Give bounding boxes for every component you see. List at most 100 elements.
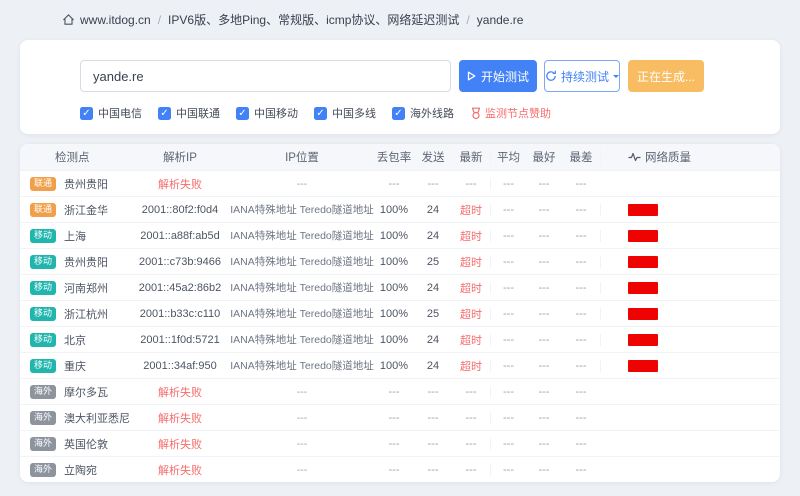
packet-loss: --- (374, 386, 414, 398)
sent-count: 25 (414, 308, 452, 320)
header-worst: 最差 (562, 149, 600, 165)
resolved-ip: 2001::80f2:f0d4 (130, 204, 230, 216)
carrier-checkbox-3[interactable]: ✓中国多线 (314, 105, 376, 121)
ip-location: IANA特殊地址 Teredo隧道地址 (230, 332, 374, 347)
carrier-checkbox-1[interactable]: ✓中国联通 (158, 105, 220, 121)
node-location: 浙江金华 (64, 202, 108, 218)
avg-latency: --- (490, 230, 526, 242)
quality-bar (628, 282, 658, 294)
carrier-checkbox-0[interactable]: ✓ 中国电信 (80, 105, 142, 121)
packet-loss: 100% (374, 334, 414, 346)
resolved-ip: 2001::b33c:c110 (130, 308, 230, 320)
avg-latency: --- (490, 464, 526, 476)
header-loss: 丢包率 (374, 149, 414, 165)
table-row: 移动贵州贵阳2001::c73b:9466IANA特殊地址 Teredo隧道地址… (20, 248, 780, 274)
medal-icon (470, 107, 482, 120)
worst-latency: --- (562, 178, 600, 190)
packet-loss: 100% (374, 204, 414, 216)
resolved-ip: 2001::a88f:ab5d (130, 230, 230, 242)
quality-cell (600, 308, 780, 320)
start-test-button[interactable]: 开始测试 (459, 60, 537, 92)
ip-location: IANA特殊地址 Teredo隧道地址 (230, 254, 374, 269)
best-latency: --- (526, 178, 562, 190)
host-input[interactable] (80, 60, 451, 92)
avg-latency: --- (490, 178, 526, 190)
header-node: 检测点 (20, 149, 130, 165)
quality-cell (600, 230, 780, 242)
carrier-checkbox-2[interactable]: ✓中国移动 (236, 105, 298, 121)
resolved-ip: 解析失败 (130, 436, 230, 452)
header-resolved-ip: 解析IP (130, 149, 230, 165)
ip-location: --- (230, 438, 374, 450)
sent-count: --- (414, 412, 452, 424)
node-cell: 海外立陶宛 (20, 462, 130, 478)
carrier-checkbox-label: 中国电信 (98, 105, 142, 121)
ip-location: --- (230, 464, 374, 476)
node-location: 立陶宛 (64, 462, 97, 478)
ip-location: --- (230, 178, 374, 190)
carrier-badge: 移动 (30, 333, 56, 347)
table-row: 海外澳大利亚悉尼解析失败--------------------- (20, 404, 780, 430)
generating-button[interactable]: 正在生成... (628, 60, 704, 92)
packet-loss: --- (374, 438, 414, 450)
node-cell: 联通贵州贵阳 (20, 176, 130, 192)
carrier-badge: 联通 (30, 177, 56, 191)
node-cell: 海外摩尔多瓦 (20, 384, 130, 400)
node-cell: 海外澳大利亚悉尼 (20, 410, 130, 426)
carrier-checkbox-label: 中国移动 (254, 105, 298, 121)
header-avg: 平均 (490, 149, 526, 165)
ip-location: --- (230, 386, 374, 398)
packet-loss: 100% (374, 360, 414, 372)
sponsor-link[interactable]: 监测节点赞助 (470, 105, 551, 121)
pulse-icon (628, 152, 641, 163)
carrier-checkbox-4[interactable]: ✓海外线路 (392, 105, 454, 121)
carrier-badge: 移动 (30, 359, 56, 373)
node-location: 上海 (64, 228, 86, 244)
node-location: 重庆 (64, 358, 86, 374)
header-latest: 最新 (452, 149, 490, 165)
quality-bar (628, 334, 658, 346)
resolved-ip: 2001::1f0d:5721 (130, 334, 230, 346)
node-location: 摩尔多瓦 (64, 384, 108, 400)
avg-latency: --- (490, 412, 526, 424)
resolved-ip: 解析失败 (130, 462, 230, 478)
table-row: 海外摩尔多瓦解析失败--------------------- (20, 378, 780, 404)
node-location: 贵州贵阳 (64, 254, 108, 270)
carrier-checkboxes: ✓ 中国电信 ✓中国联通 ✓中国移动 ✓中国多线 ✓海外线路 (80, 105, 470, 121)
node-cell: 海外英国伦敦 (20, 436, 130, 452)
avg-latency: --- (490, 386, 526, 398)
header-quality: 网络质量 (600, 149, 780, 165)
header-ip-location: IP位置 (230, 149, 374, 165)
carrier-badge: 海外 (30, 437, 56, 451)
latest-latency: --- (452, 438, 490, 450)
continuous-test-label: 持续测试 (561, 68, 609, 85)
worst-latency: --- (562, 334, 600, 346)
breadcrumb-site[interactable]: www.itdog.cn (80, 13, 151, 27)
table-row: 海外立陶宛解析失败--------------------- (20, 456, 780, 482)
carrier-filter-row: ✓ 中国电信 ✓中国联通 ✓中国移动 ✓中国多线 ✓海外线路 监测节点赞助 (80, 105, 780, 121)
resolved-ip: 2001::c73b:9466 (130, 256, 230, 268)
node-location: 澳大利亚悉尼 (64, 410, 130, 426)
worst-latency: --- (562, 230, 600, 242)
checkbox-checked-icon: ✓ (80, 107, 93, 120)
table-row: 联通贵州贵阳解析失败--------------------- (20, 170, 780, 196)
table-body: 联通贵州贵阳解析失败---------------------联通浙江金华200… (20, 170, 780, 482)
latest-latency: --- (452, 178, 490, 190)
best-latency: --- (526, 230, 562, 242)
sent-count: 24 (414, 360, 452, 372)
packet-loss: 100% (374, 256, 414, 268)
play-icon (467, 71, 476, 81)
table-row: 移动河南郑州2001::45a2:86b2IANA特殊地址 Teredo隧道地址… (20, 274, 780, 300)
continuous-test-button[interactable]: 持续测试 (544, 60, 620, 92)
node-cell: 移动贵州贵阳 (20, 254, 130, 270)
packet-loss: 100% (374, 308, 414, 320)
quality-cell (600, 282, 780, 294)
header-best: 最好 (526, 149, 562, 165)
generating-label: 正在生成... (637, 68, 695, 85)
test-panel: 开始测试 持续测试 正在生成... ✓ 中国电信 ✓中国联通 ✓中国移动 ✓中国多线 ✓海… (20, 40, 780, 134)
latest-latency: --- (452, 464, 490, 476)
sent-count: 25 (414, 256, 452, 268)
latest-latency: 超时 (452, 332, 490, 348)
table-row: 联通浙江金华2001::80f2:f0d4IANA特殊地址 Teredo隧道地址… (20, 196, 780, 222)
packet-loss: 100% (374, 230, 414, 242)
